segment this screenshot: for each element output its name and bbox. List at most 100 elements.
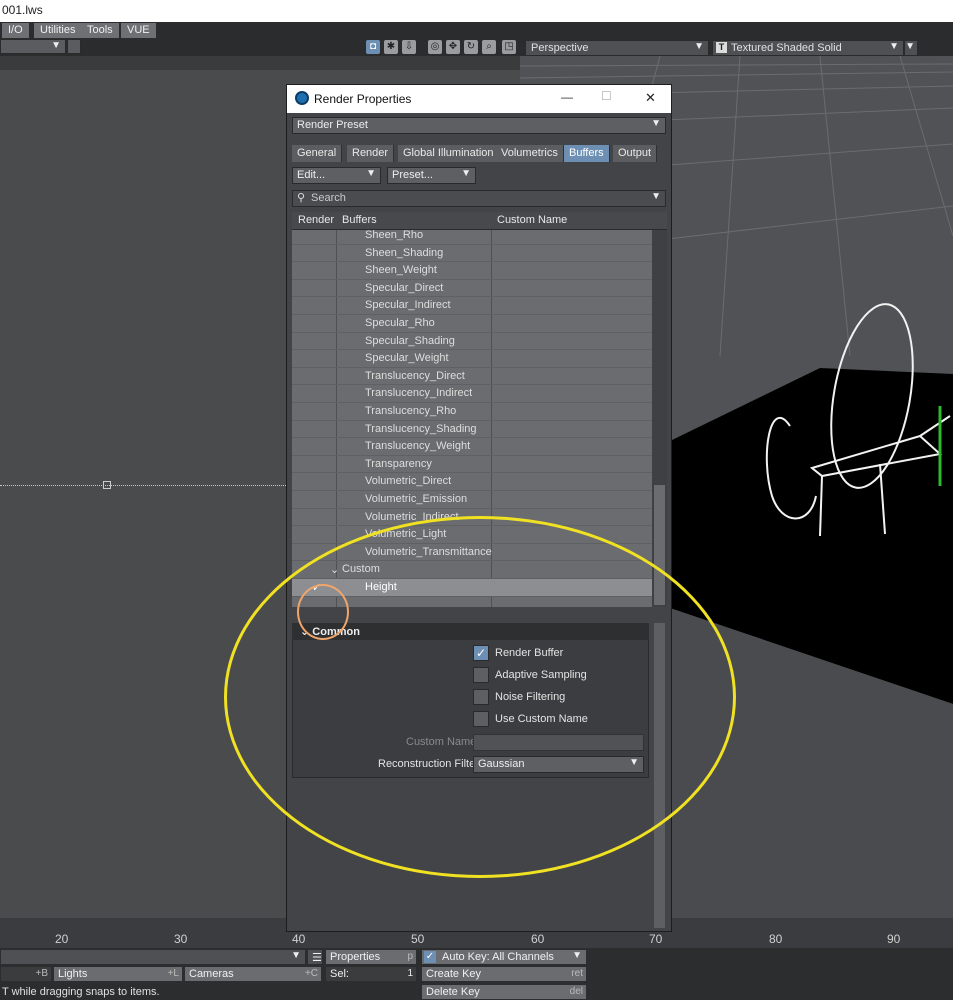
buffer-row[interactable]: Sheen_Shading	[292, 245, 652, 263]
menu-tab-vue[interactable]: VUE	[121, 23, 157, 38]
buffer-row[interactable]: Sheen_Weight	[292, 262, 652, 280]
move-icon[interactable]: ✥	[446, 40, 460, 54]
close-icon[interactable]: ✕	[645, 90, 656, 106]
highlight-ellipse-yellow	[224, 516, 736, 878]
view-mode-value: Perspective	[531, 42, 589, 54]
export-icon[interactable]: ⇩	[402, 40, 416, 54]
buffer-name: Specular_Direct	[365, 281, 444, 294]
create-key-label: Create Key	[426, 968, 482, 980]
auto-key-check[interactable]: ✓	[424, 951, 436, 963]
preset-menu[interactable]: Preset... ▼	[387, 167, 476, 184]
maximize-icon[interactable]: ☐	[601, 89, 612, 103]
status-message: T while dragging snaps to items.	[2, 986, 160, 998]
lights-shortcut: +L	[167, 968, 179, 979]
tab-render[interactable]: Render	[347, 145, 395, 162]
left-viewport-header	[0, 56, 520, 70]
buffer-row[interactable]: Translucency_Rho	[292, 403, 652, 421]
render-mode-value: Textured Shaded Solid	[731, 42, 842, 54]
render-preset-select[interactable]: Render Preset ▼	[292, 117, 666, 134]
render-mode-options[interactable]: ▼	[904, 40, 918, 56]
timeline-tick: 40	[292, 932, 306, 946]
chevron-down-icon: ▼	[905, 41, 915, 52]
buffer-name: Transparency	[365, 457, 432, 470]
buffer-name: Specular_Weight	[365, 352, 449, 365]
search-placeholder: Search	[311, 192, 346, 204]
search-icon: ⚲	[297, 192, 306, 204]
zoom-icon[interactable]: ⌕	[482, 40, 496, 54]
buffer-name: Sheen_Shading	[365, 246, 444, 259]
timeline-tick: 90	[887, 932, 901, 946]
properties-button[interactable]: Properties p	[325, 949, 417, 965]
create-key-button[interactable]: Create Key ret	[421, 966, 587, 982]
cameras-button[interactable]: Cameras +C	[184, 966, 322, 982]
chevron-down-icon: ▼	[572, 950, 582, 961]
left-view-dropdown[interactable]: ▼	[0, 39, 66, 54]
item-select-dropdown[interactable]: ▼	[0, 949, 306, 965]
buffer-row[interactable]: Transparency	[292, 456, 652, 474]
bones-button[interactable]: +B	[0, 966, 52, 982]
edit-label: Edit...	[297, 169, 326, 181]
buffer-row[interactable]: Translucency_Shading	[292, 421, 652, 439]
buffer-row[interactable]: Specular_Weight	[292, 350, 652, 368]
search-input[interactable]: ⚲ Search ▼	[292, 190, 666, 207]
column-render[interactable]: Render	[298, 214, 334, 226]
menu-tab-utilities[interactable]: Utilities	[34, 23, 83, 38]
chevron-down-icon: ▼	[651, 118, 661, 129]
column-buffers[interactable]: Buffers	[342, 214, 377, 226]
buffer-row[interactable]: Specular_Rho	[292, 315, 652, 333]
timeline-tick: 30	[174, 932, 188, 946]
lights-label: Lights	[58, 968, 88, 980]
menu-bar: I/O Utilities Tools VUE	[0, 22, 953, 38]
buffer-name: Sheen_Rho	[365, 230, 424, 241]
properties-shortcut: p	[407, 951, 413, 962]
lights-button[interactable]: Lights +L	[53, 966, 183, 982]
target-icon[interactable]: ◎	[428, 40, 442, 54]
tab-output[interactable]: Output	[613, 145, 658, 162]
delete-key-button[interactable]: Delete Key del	[421, 984, 587, 1000]
buffer-name: Translucency_Weight	[365, 440, 471, 453]
tab-general[interactable]: General	[292, 145, 343, 162]
buffer-name: Translucency_Direct	[365, 369, 465, 382]
auto-key-select[interactable]: ✓ Auto Key: All Channels ▼	[421, 949, 587, 965]
buffer-row[interactable]: Specular_Shading	[292, 333, 652, 351]
menu-tab-io[interactable]: I/O	[2, 23, 30, 38]
tab-volumetrics[interactable]: Volumetrics	[496, 145, 564, 162]
rotate-icon[interactable]: ↻	[464, 40, 478, 54]
buffer-name: Specular_Shading	[365, 334, 455, 347]
sel-label: Sel:	[330, 968, 349, 980]
buffer-row[interactable]: Sheen_Rho	[292, 230, 652, 245]
sel-value: 1	[407, 968, 413, 979]
tab-buffers[interactable]: Buffers	[564, 145, 610, 162]
buffer-name: Specular_Indirect	[365, 299, 451, 312]
buffer-name: Translucency_Shading	[365, 422, 477, 435]
left-view-options[interactable]	[67, 39, 81, 54]
buffer-name: Sheen_Weight	[365, 264, 437, 277]
minimize-icon[interactable]: —	[561, 90, 573, 104]
render-mode-select[interactable]: T Textured Shaded Solid ▼	[712, 40, 904, 56]
render-preset-value: Render Preset	[297, 119, 368, 131]
tab-global-illumination[interactable]: Global Illumination	[398, 145, 500, 162]
menu-tab-tools[interactable]: Tools	[81, 23, 120, 38]
buffer-row[interactable]: Translucency_Indirect	[292, 385, 652, 403]
buffer-row[interactable]: Specular_Direct	[292, 280, 652, 298]
view-mode-select[interactable]: Perspective ▼	[525, 40, 709, 56]
gear-icon[interactable]: ✱	[384, 40, 398, 54]
chevron-down-icon: ▼	[651, 191, 661, 202]
buffer-row[interactable]: Specular_Indirect	[292, 297, 652, 315]
camera-icon[interactable]: ◘	[366, 40, 380, 54]
buffer-row[interactable]: Translucency_Direct	[292, 368, 652, 386]
maximize-view-icon[interactable]: ◳	[502, 40, 516, 54]
preset-label: Preset...	[392, 169, 433, 181]
buffer-row[interactable]: Translucency_Weight	[292, 438, 652, 456]
timeline-tick: 70	[649, 932, 663, 946]
dialog-title-bar[interactable]: Render Properties — ☐ ✕	[287, 85, 671, 113]
list-icon[interactable]: ☰	[307, 949, 323, 965]
column-custom-name[interactable]: Custom Name	[497, 214, 567, 226]
timeline-tick: 60	[531, 932, 545, 946]
buffer-name: Volumetric_Emission	[365, 493, 468, 505]
buffer-row[interactable]: Volumetric_Direct	[292, 473, 652, 491]
edit-menu[interactable]: Edit... ▼	[292, 167, 381, 184]
create-key-shortcut: ret	[571, 968, 583, 979]
buffer-row[interactable]: Volumetric_Emission	[292, 491, 652, 509]
delete-key-label: Delete Key	[426, 986, 480, 998]
